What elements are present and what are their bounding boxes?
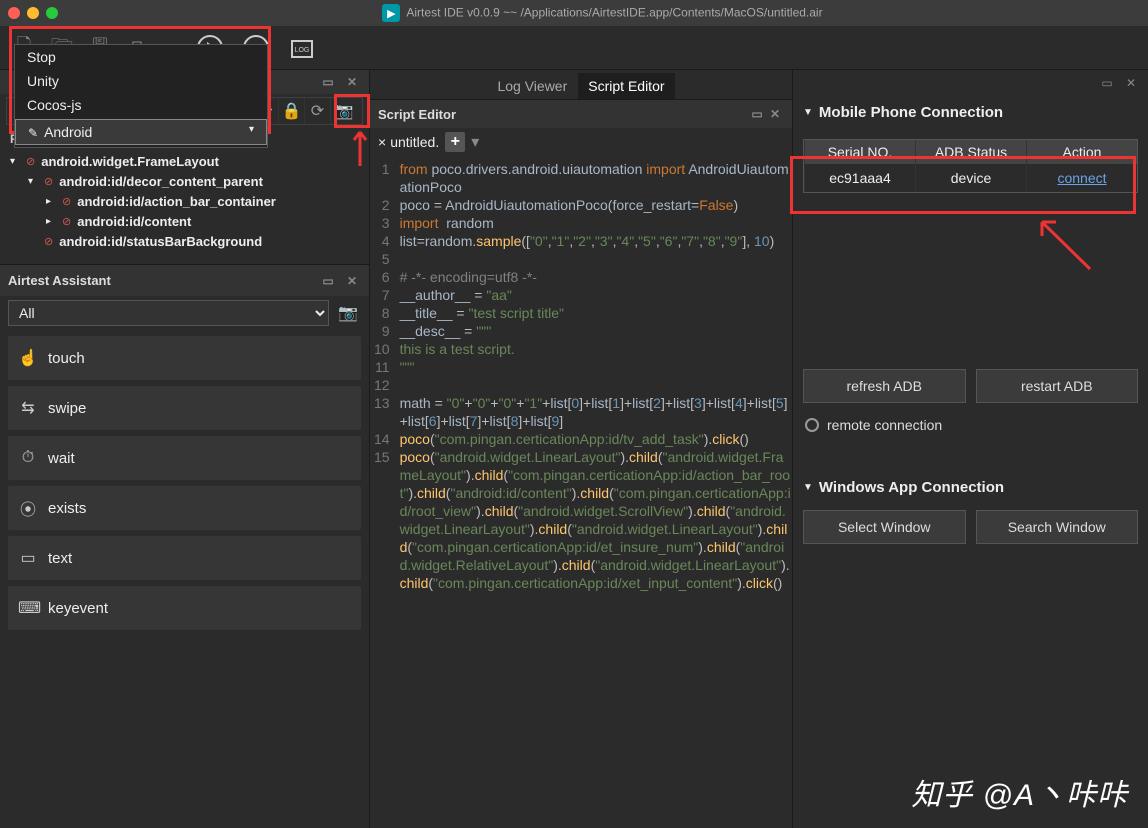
close-window[interactable] bbox=[8, 7, 20, 19]
search-window-button[interactable]: Search Window bbox=[976, 510, 1139, 544]
assistant-exists[interactable]: ⦿exists bbox=[8, 486, 361, 530]
tree-item[interactable]: ▸⊘android:id/content bbox=[10, 212, 359, 232]
tab-log-viewer[interactable]: Log Viewer bbox=[487, 73, 577, 99]
dd-stop[interactable]: Stop bbox=[15, 45, 267, 69]
watermark: 知乎 @A丶咔咔 bbox=[911, 770, 1128, 814]
remote-conn-radio[interactable] bbox=[805, 418, 819, 432]
assistant-keyevent[interactable]: ⌨keyevent bbox=[8, 586, 361, 630]
dd-android[interactable]: ✎Android▾ bbox=[15, 119, 267, 145]
file-tab[interactable]: × untitled. bbox=[378, 134, 439, 150]
assistant-filter[interactable]: All bbox=[8, 300, 329, 326]
log-icon[interactable]: LOG bbox=[284, 30, 320, 66]
assistant-swipe[interactable]: ⇆swipe bbox=[8, 386, 361, 430]
panel-close-icon[interactable]: ✕ bbox=[766, 105, 784, 123]
th-serial: Serial NO. bbox=[804, 140, 915, 164]
panel-close-icon[interactable]: ✕ bbox=[1122, 74, 1140, 92]
tree-item[interactable]: ▾⊘android:id/decor_content_parent bbox=[10, 172, 359, 192]
refresh-adb-button[interactable]: refresh ADB bbox=[803, 369, 966, 403]
add-tab-button[interactable]: + bbox=[445, 132, 465, 152]
assistant-text[interactable]: ▭text bbox=[8, 536, 361, 580]
td-adb: device bbox=[915, 164, 1026, 192]
mobile-conn-title: Mobile Phone Connection bbox=[819, 104, 1003, 121]
dd-unity[interactable]: Unity bbox=[15, 69, 267, 93]
camera-icon[interactable]: 📷 bbox=[335, 300, 361, 326]
restart-adb-button[interactable]: restart ADB bbox=[976, 369, 1139, 403]
lock-icon[interactable]: 🔒 bbox=[278, 98, 304, 124]
device-table: Serial NO. ADB Status Action ec91aaa4 de… bbox=[803, 139, 1138, 193]
record-icon[interactable]: 📷 bbox=[330, 98, 356, 124]
assistant-title: Airtest Assistant bbox=[8, 273, 111, 288]
minimize-window[interactable] bbox=[27, 7, 39, 19]
tree-item[interactable]: ⊘android:id/statusBarBackground bbox=[10, 232, 359, 252]
editor-title: Script Editor bbox=[378, 107, 456, 122]
zoom-window[interactable] bbox=[46, 7, 58, 19]
window-title: ▶Airtest IDE v0.0.9 ~~ /Applications/Air… bbox=[65, 4, 1140, 22]
connect-link[interactable]: connect bbox=[1057, 170, 1106, 186]
tree-item[interactable]: ▾⊘android.widget.FrameLayout bbox=[10, 152, 359, 172]
panel-close-icon[interactable]: ✕ bbox=[343, 272, 361, 290]
panel-dock-icon[interactable]: ▭ bbox=[748, 105, 766, 123]
remote-conn-label: remote connection bbox=[827, 417, 942, 433]
panel-dock-icon[interactable]: ▭ bbox=[1098, 74, 1116, 92]
panel-dock-icon[interactable]: ▭ bbox=[319, 272, 337, 290]
poco-mode-menu[interactable]: Stop Unity Cocos-js ✎Android▾ bbox=[14, 44, 268, 148]
refresh-icon[interactable]: ⟳ bbox=[304, 98, 330, 124]
dd-cocosjs[interactable]: Cocos-js bbox=[15, 93, 267, 117]
select-window-button[interactable]: Select Window bbox=[803, 510, 966, 544]
td-serial: ec91aaa4 bbox=[804, 164, 915, 192]
tree-item[interactable]: ▸⊘android:id/action_bar_container bbox=[10, 192, 359, 212]
th-adb: ADB Status bbox=[915, 140, 1026, 164]
panel-dock-icon[interactable]: ▭ bbox=[319, 73, 337, 91]
assistant-touch[interactable]: ☝touch bbox=[8, 336, 361, 380]
th-action: Action bbox=[1026, 140, 1137, 164]
svg-text:LOG: LOG bbox=[295, 47, 310, 54]
tab-script-editor[interactable]: Script Editor bbox=[578, 73, 674, 99]
panel-close-icon[interactable]: ✕ bbox=[343, 73, 361, 91]
assistant-wait[interactable]: ⏱wait bbox=[8, 436, 361, 480]
winapp-conn-title: Windows App Connection bbox=[819, 479, 1004, 496]
